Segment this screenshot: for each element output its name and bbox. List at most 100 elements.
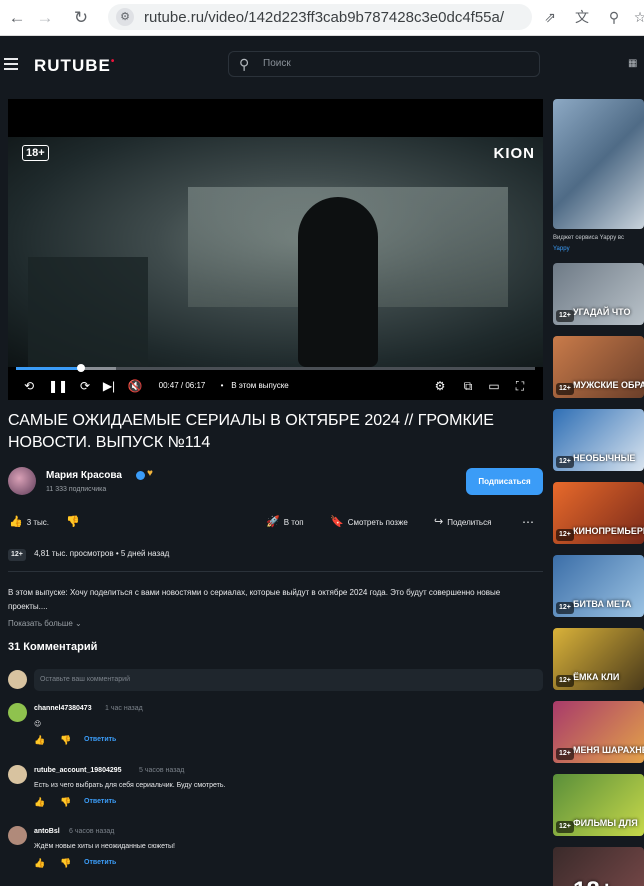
thumbnail-caption: МУЖСКИЕ ОБРАЗЫ <box>573 380 644 390</box>
open-in-new-icon[interactable]: ⇗ <box>540 7 560 27</box>
kion-logo: KION <box>493 145 535 162</box>
forward-arrow-icon[interactable]: → <box>36 9 54 27</box>
thumbs-down-icon[interactable]: 👎 <box>60 858 71 869</box>
show-more-button[interactable]: Показать больше ⌄ <box>8 619 82 628</box>
add-comment: Оставьте ваш комментарий <box>8 669 543 691</box>
age-rating-badge: 12+ <box>556 310 574 322</box>
recommended-video-channel[interactable]: Yappy <box>553 246 570 252</box>
thumbnail-caption: МЕНЯ ШАРАХНЕТ <box>573 745 644 755</box>
more-options-icon[interactable]: ⋯ <box>522 513 534 531</box>
channel-avatar[interactable] <box>8 467 36 495</box>
recommended-video-thumbnail[interactable]: ЁМКА КЛИ 12+ <box>553 628 644 690</box>
translate-icon[interactable]: 文 <box>572 7 592 27</box>
reply-button[interactable]: Ответить <box>84 859 116 866</box>
pause-icon[interactable]: ❚❚ <box>48 378 68 394</box>
forward-10-icon[interactable]: ⟳ <box>76 378 94 394</box>
thumbs-up-icon[interactable]: 👍 <box>34 858 45 869</box>
comments-count: 31 Комментарий <box>8 641 98 653</box>
like-count: 3 тыс. <box>26 518 50 527</box>
avatar[interactable] <box>8 765 27 784</box>
thumbnail-caption: ЁМКА КЛИ <box>573 672 620 682</box>
comment-text: Ждём новые хиты и неожиданные сюжеты! <box>34 843 175 850</box>
thumbnail-caption: ФИЛЬМЫ ДЛЯ <box>573 818 638 828</box>
search-input[interactable]: ⚲ Поиск <box>228 51 540 77</box>
heart-icon: ♥ <box>147 468 153 479</box>
pip-icon[interactable]: ⧉ <box>460 378 476 394</box>
view-count: 4,81 тыс. просмотров <box>34 549 114 558</box>
video-actions: 👍 3 тыс. 👎 🚀 В топ 🔖 Смотреть позже ↪ Подели… <box>0 513 548 533</box>
mute-icon[interactable]: 🔇 <box>126 378 144 394</box>
video-player[interactable]: 18+ KION ⟲ ❚❚ ⟳ ▶| 🔇 00:47 / 06:17 • В э… <box>8 99 543 400</box>
recommended-video-thumbnail[interactable]: КИНОПРЕМЬЕРЫ ОКТЯБРЕ 12+ <box>553 482 644 544</box>
recommended-video-thumbnail[interactable] <box>553 99 644 229</box>
menu-icon[interactable] <box>4 58 18 70</box>
age-rating-badge: 18+ <box>22 145 49 161</box>
thumbs-up-icon[interactable]: 👍 <box>34 735 45 746</box>
subscribe-button[interactable]: Подписаться <box>466 468 543 495</box>
verified-icon <box>136 471 145 480</box>
share-icon: ↪ <box>434 516 444 528</box>
reload-icon[interactable]: ↻ <box>72 9 90 27</box>
thumbs-up-icon[interactable]: 👍 <box>34 797 45 808</box>
video-frame[interactable] <box>8 137 543 367</box>
thumbnail-caption: 18+ <box>573 877 614 886</box>
subscriber-count: 11 333 подписчика <box>46 486 107 493</box>
recommended-video-thumbnail[interactable]: МЕНЯ ШАРАХНЕТ 12+ <box>553 701 644 763</box>
reply-button[interactable]: Ответить <box>84 798 116 805</box>
chevron-down-icon: ⌄ <box>75 619 82 628</box>
zoom-icon[interactable]: ⚲ <box>604 7 624 27</box>
comment-author[interactable]: rutube_account_19804295 <box>34 767 122 774</box>
next-icon[interactable]: ▶| <box>102 378 116 394</box>
thumbs-down-icon[interactable]: 👎 <box>60 797 71 808</box>
star-icon[interactable]: ☆ <box>630 7 644 27</box>
search-icon: ⚲ <box>239 56 250 72</box>
address-bar[interactable]: ⚙ rutube.ru/video/142d223ff3cab9b787428c… <box>108 4 532 30</box>
reply-button[interactable]: Ответить <box>84 736 116 743</box>
settings-icon[interactable]: ⚙ <box>432 378 448 394</box>
recommended-video-thumbnail[interactable]: ФИЛЬМЫ ДЛЯ 12+ <box>553 774 644 836</box>
fullscreen-icon[interactable]: ⛶ <box>512 378 528 394</box>
site-info-icon[interactable]: ⚙ <box>116 8 134 26</box>
time-display: 00:47 / 06:17 <box>158 381 206 390</box>
avatar[interactable] <box>8 826 27 845</box>
chapter-dot: • <box>220 381 224 390</box>
browser-toolbar: ← → ↻ ⚙ rutube.ru/video/142d223ff3cab9b7… <box>0 0 644 36</box>
thumbnail-caption: БИТВА МЕТА <box>573 599 632 609</box>
like-button[interactable]: 👍 3 тыс. <box>9 513 49 532</box>
comment-author[interactable]: antoBsl <box>34 828 60 835</box>
theater-icon[interactable]: ▭ <box>486 378 502 394</box>
boost-top-label: В топ <box>283 518 304 527</box>
age-rating-badge: 12+ <box>556 456 574 468</box>
thumbnail-caption: КИНОПРЕМЬЕРЫ ОКТЯБРЕ <box>573 526 644 536</box>
channel-name[interactable]: Мария Красова <box>46 470 122 481</box>
bookmark-icon: 🔖 <box>330 516 344 528</box>
avatar[interactable] <box>8 703 27 722</box>
chapter-label[interactable]: В этом выпуске <box>228 378 292 394</box>
dislike-button[interactable]: 👎 <box>66 513 84 532</box>
comment-input[interactable]: Оставьте ваш комментарий <box>34 669 543 691</box>
comment: rutube_account_19804295 5 часов назад Ес… <box>8 765 543 815</box>
comment: channel47380473 1 час назад 😉 👍 👎 Ответи… <box>8 703 543 753</box>
recommended-video-thumbnail[interactable]: 18+ <box>553 847 644 886</box>
boost-top-button[interactable]: 🚀 В топ <box>266 513 304 532</box>
recommended-video-thumbnail[interactable]: МУЖСКИЕ ОБРАЗЫ 12+ <box>553 336 644 398</box>
watch-later-button[interactable]: 🔖 Смотреть позже <box>330 513 408 532</box>
apps-icon[interactable]: ▦ <box>628 58 642 72</box>
age-rating-badge: 12+ <box>8 549 26 561</box>
age-rating-badge: 12+ <box>556 529 574 541</box>
comment-time: 5 часов назад <box>139 767 185 774</box>
address-bar-url[interactable]: rutube.ru/video/142d223ff3cab9b787428c3e… <box>144 9 504 26</box>
comment-author[interactable]: channel47380473 <box>34 705 92 712</box>
comment-time: 1 час назад <box>105 705 143 712</box>
thumbs-down-icon[interactable]: 👎 <box>60 735 71 746</box>
progress-bar[interactable] <box>16 364 535 372</box>
recommended-video-thumbnail[interactable]: УГАДАЙ ЧТО 12+ <box>553 263 644 325</box>
share-button[interactable]: ↪ Поделиться <box>434 513 491 532</box>
rewind-10-icon[interactable]: ⟲ <box>20 378 38 394</box>
back-arrow-icon[interactable]: ← <box>8 9 26 27</box>
recommended-video-title[interactable]: Виджет сервиса Yappy вс <box>553 235 624 241</box>
recommended-video-thumbnail[interactable]: БИТВА МЕТА 12+ <box>553 555 644 617</box>
recommended-video-thumbnail[interactable]: НЕОБЫЧНЫЕ 12+ <box>553 409 644 471</box>
progress-handle[interactable] <box>76 364 85 372</box>
rutube-logo[interactable]: RUTUBE• <box>34 56 115 76</box>
